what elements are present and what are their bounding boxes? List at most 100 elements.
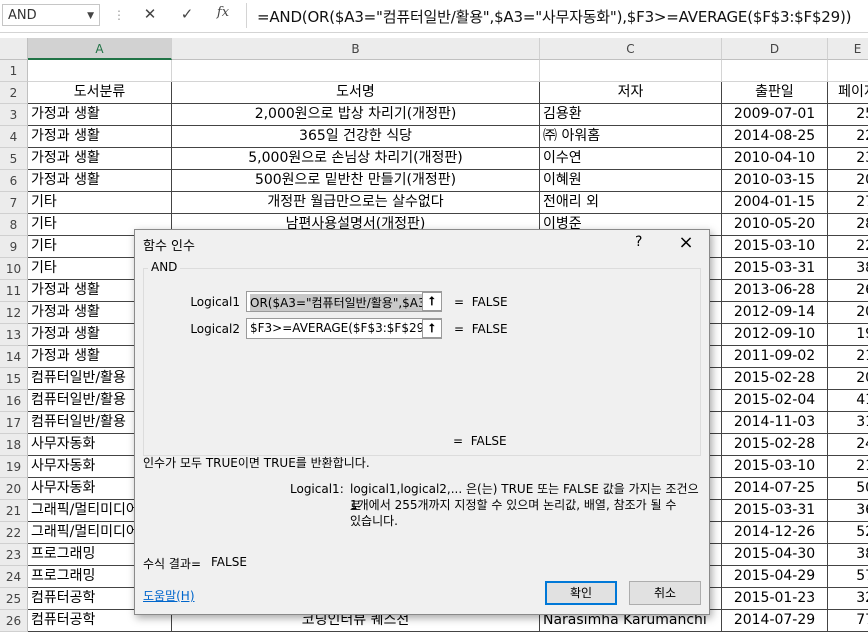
row-header[interactable]: 11 [0,280,28,302]
row-header[interactable]: 7 [0,192,28,214]
header-cell[interactable]: 저자 [540,82,722,104]
row-header[interactable]: 19 [0,456,28,478]
grid-cell[interactable]: 2010-05-20 [722,214,828,236]
row-header[interactable]: 21 [0,500,28,522]
ok-button[interactable]: 확인 [545,581,617,605]
grid-cell[interactable]: 248 [828,434,868,456]
grid-cell[interactable]: 776 [828,610,868,632]
collapse-dialog-icon[interactable]: ⭡ [422,319,442,338]
grid-cell[interactable]: 2014-07-25 [722,478,828,500]
column-header[interactable]: C [540,38,722,60]
help-icon[interactable]: ? [635,234,642,250]
grid-cell[interactable]: 256 [828,104,868,126]
column-header[interactable]: D [722,38,828,60]
grid-cell[interactable]: 368 [828,500,868,522]
header-cell[interactable]: 도서명 [172,82,540,104]
grid-cell[interactable]: 2015-04-29 [722,566,828,588]
grid-cell[interactable]: 이수연 [540,148,722,170]
row-header[interactable]: 2 [0,82,28,104]
grid-cell[interactable]: 320 [828,588,868,610]
chevron-down-icon[interactable]: ▼ [87,11,94,21]
grid-cell[interactable]: 개정판 월급만으로는 살수없다 [172,192,540,214]
column-header[interactable]: E [828,38,868,60]
grid-cell[interactable]: 2012-09-10 [722,324,828,346]
grid-cell[interactable]: 2015-03-10 [722,236,828,258]
row-header[interactable]: 10 [0,258,28,280]
grid-cell[interactable]: 232 [828,148,868,170]
grid-cell[interactable]: 192 [828,324,868,346]
grid-cell[interactable]: 528 [828,522,868,544]
grid-cell[interactable] [28,60,172,82]
grid-cell[interactable]: 2015-04-30 [722,544,828,566]
grid-cell[interactable]: 2015-02-04 [722,390,828,412]
grid-cell[interactable]: 2014-07-29 [722,610,828,632]
cancel-icon[interactable]: ✕ [139,5,161,25]
grid-cell[interactable]: 264 [828,280,868,302]
grid-cell[interactable]: 576 [828,566,868,588]
grid-cell[interactable]: 2014-11-03 [722,412,828,434]
collapse-dialog-icon[interactable]: ⭡ [422,292,442,311]
grid-cell[interactable]: 2015-03-31 [722,500,828,522]
row-header[interactable]: 1 [0,60,28,82]
grid-cell[interactable]: 가정과 생활 [28,104,172,126]
grid-cell[interactable]: 가정과 생활 [28,148,172,170]
row-header[interactable]: 14 [0,346,28,368]
row-header[interactable]: 26 [0,610,28,632]
column-header[interactable]: B [172,38,540,60]
grid-cell[interactable]: 272 [828,192,868,214]
header-cell[interactable]: 도서분류 [28,82,172,104]
row-header[interactable]: 5 [0,148,28,170]
close-icon[interactable]: × [675,232,697,253]
grid-cell[interactable]: 2009-07-01 [722,104,828,126]
row-header[interactable]: 4 [0,126,28,148]
grid-cell[interactable] [172,60,540,82]
grid-cell[interactable] [540,60,722,82]
cancel-button[interactable]: 취소 [629,581,701,605]
grid-cell[interactable]: 2014-12-26 [722,522,828,544]
row-header[interactable]: 18 [0,434,28,456]
row-header[interactable]: 6 [0,170,28,192]
grid-cell[interactable]: 216 [828,346,868,368]
grid-cell[interactable]: 전애리 외 [540,192,722,214]
formula-input[interactable]: =AND(OR($A3="컴퓨터일반/활용",$A3="사무자동화"),$F3>… [246,3,868,28]
grid-cell[interactable]: 2015-03-31 [722,258,828,280]
row-header[interactable]: 15 [0,368,28,390]
grid-cell[interactable]: 2010-04-10 [722,148,828,170]
row-header[interactable]: 17 [0,412,28,434]
grid-cell[interactable]: 384 [828,258,868,280]
grid-cell[interactable]: 기타 [28,192,172,214]
grid-cell[interactable]: 314 [828,412,868,434]
grid-cell[interactable]: 200 [828,170,868,192]
grid-cell[interactable]: 288 [828,214,868,236]
grid-cell[interactable]: 2011-09-02 [722,346,828,368]
header-cell[interactable]: 출판일 [722,82,828,104]
select-all-corner[interactable] [0,38,28,60]
row-header[interactable]: 12 [0,302,28,324]
row-header[interactable]: 9 [0,236,28,258]
row-header[interactable]: 22 [0,522,28,544]
grid-cell[interactable]: 가정과 생활 [28,170,172,192]
grid-cell[interactable]: 224 [828,236,868,258]
grid-cell[interactable]: 2014-08-25 [722,126,828,148]
grid-cell[interactable]: 500원으로 밑반찬 만들기(개정판) [172,170,540,192]
row-header[interactable]: 23 [0,544,28,566]
column-header[interactable]: A [28,38,172,60]
grid-cell[interactable]: ㈜ 아워홈 [540,126,722,148]
row-header[interactable]: 13 [0,324,28,346]
grid-cell[interactable]: 2,000원으로 밥상 차리기(개정판) [172,104,540,126]
grid-cell[interactable]: 가정과 생활 [28,126,172,148]
grid-cell[interactable]: 2004-01-15 [722,192,828,214]
row-header[interactable]: 24 [0,566,28,588]
grid-cell[interactable] [828,60,868,82]
grid-cell[interactable]: 2015-02-28 [722,434,828,456]
help-link[interactable]: 도움말(H) [143,587,195,604]
grid-cell[interactable]: 2013-06-28 [722,280,828,302]
grid-cell[interactable]: 200 [828,368,868,390]
name-box[interactable]: AND ▼ [2,4,100,26]
grid-cell[interactable] [722,60,828,82]
row-header[interactable]: 20 [0,478,28,500]
grid-cell[interactable]: 214 [828,456,868,478]
row-header[interactable]: 3 [0,104,28,126]
row-header[interactable]: 25 [0,588,28,610]
grid-cell[interactable]: 2015-02-28 [722,368,828,390]
